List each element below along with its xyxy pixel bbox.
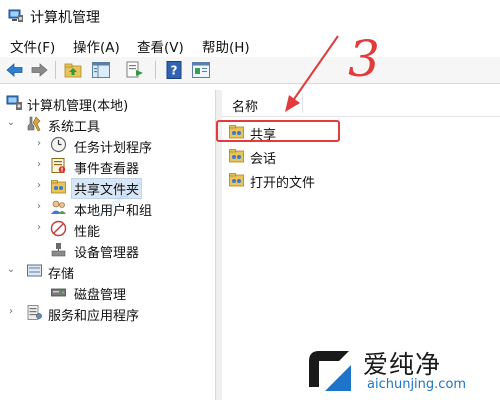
tree-item-label: 服务和应用程序 xyxy=(48,309,140,324)
watermark-url-text: aichunjing.com xyxy=(367,377,467,392)
tree-item-label: 性能 xyxy=(74,225,101,240)
chevron-down-icon[interactable]: ⌄ xyxy=(6,264,16,275)
chevron-right-icon[interactable]: › xyxy=(34,138,44,149)
chevron-right-icon[interactable]: › xyxy=(34,180,44,191)
tree-item-label: 计算机管理(本地) xyxy=(27,99,129,114)
show-hide-tree-icon[interactable] xyxy=(91,60,111,80)
shared-folder-icon xyxy=(51,180,66,194)
tree-item-root[interactable]: 计算机管理(本地) xyxy=(0,93,215,114)
storage-icon xyxy=(27,264,42,277)
menu-view[interactable]: 查看(V) xyxy=(137,36,184,56)
tree-item-label: 磁盘管理 xyxy=(74,288,127,303)
menu-bar: 文件(F) 操作(A) 查看(V) 帮助(H) xyxy=(0,32,500,56)
up-folder-icon[interactable] xyxy=(63,60,83,80)
services-icon xyxy=(27,305,42,320)
toolbar-separator xyxy=(155,61,156,79)
console-tree: 计算机管理(本地) ⌄ 系统工具 › 任务计划程序 › 事件查看器 › 共享文件… xyxy=(0,90,215,400)
tree-item-label: 事件查看器 xyxy=(74,162,140,177)
menu-action[interactable]: 操作(A) xyxy=(73,36,120,56)
title-bar: 计算机管理 xyxy=(0,0,500,32)
list-item-label: 会话 xyxy=(250,152,277,167)
shared-folder-icon xyxy=(229,173,244,187)
watermark-logo: 爱纯净 aichunjing.com xyxy=(305,345,495,397)
tree-item-device-manager[interactable]: 设备管理器 xyxy=(0,240,215,261)
tree-item-disk-management[interactable]: 磁盘管理 xyxy=(0,282,215,303)
export-list-icon[interactable] xyxy=(125,60,145,80)
watermark-cn-text: 爱纯净 xyxy=(363,350,442,379)
tree-item-storage[interactable]: ⌄ 存储 xyxy=(0,261,215,282)
list-item-label: 打开的文件 xyxy=(250,176,316,191)
chevron-right-icon[interactable]: › xyxy=(34,201,44,212)
tree-item-event-viewer[interactable]: › 事件查看器 xyxy=(0,156,215,177)
performance-icon xyxy=(50,220,67,237)
shared-folder-icon xyxy=(229,149,244,163)
tree-item-label: 系统工具 xyxy=(48,120,101,135)
menu-file[interactable]: 文件(F) xyxy=(10,36,55,56)
chevron-right-icon[interactable]: › xyxy=(34,222,44,233)
toolbar-separator xyxy=(55,61,56,79)
menu-help[interactable]: 帮助(H) xyxy=(202,36,250,56)
event-viewer-icon xyxy=(51,158,66,173)
tree-item-label: 任务计划程序 xyxy=(74,141,153,156)
tree-item-shared-folders[interactable]: › 共享文件夹 xyxy=(0,177,215,199)
device-manager-icon xyxy=(51,243,66,257)
column-header-label: 名称 xyxy=(232,100,259,115)
annotation-number: 3 xyxy=(348,30,380,88)
tree-item-task-scheduler[interactable]: › 任务计划程序 xyxy=(0,135,215,156)
forward-arrow-icon[interactable] xyxy=(29,60,49,80)
svg-text:?: ? xyxy=(171,64,178,78)
help-icon[interactable]: ? xyxy=(165,60,185,80)
computer-management-icon xyxy=(8,9,23,22)
annotation-arrow: 3 xyxy=(285,30,380,112)
clock-icon xyxy=(50,136,67,153)
disk-icon xyxy=(51,288,66,297)
properties-pane-icon[interactable] xyxy=(191,60,211,80)
users-icon xyxy=(51,200,66,214)
tree-item-label: 设备管理器 xyxy=(74,246,140,261)
tools-icon xyxy=(27,116,41,132)
highlight-box xyxy=(216,120,340,142)
computer-management-window: 计算机管理 文件(F) 操作(A) 查看(V) 帮助(H) ? 计算机管理(本地… xyxy=(0,0,500,400)
tree-item-system-tools[interactable]: ⌄ 系统工具 xyxy=(0,114,215,135)
chevron-right-icon[interactable]: › xyxy=(34,159,44,170)
window-title: 计算机管理 xyxy=(30,10,100,26)
logo-icon xyxy=(309,351,351,391)
chevron-right-icon[interactable]: › xyxy=(6,306,16,317)
tree-item-services[interactable]: › 服务和应用程序 xyxy=(0,303,215,324)
computer-management-icon xyxy=(6,95,22,110)
back-arrow-icon[interactable] xyxy=(5,60,25,80)
toolbar: ? xyxy=(0,57,500,84)
chevron-down-icon[interactable]: ⌄ xyxy=(6,117,16,128)
tree-item-label: 存储 xyxy=(48,267,75,282)
